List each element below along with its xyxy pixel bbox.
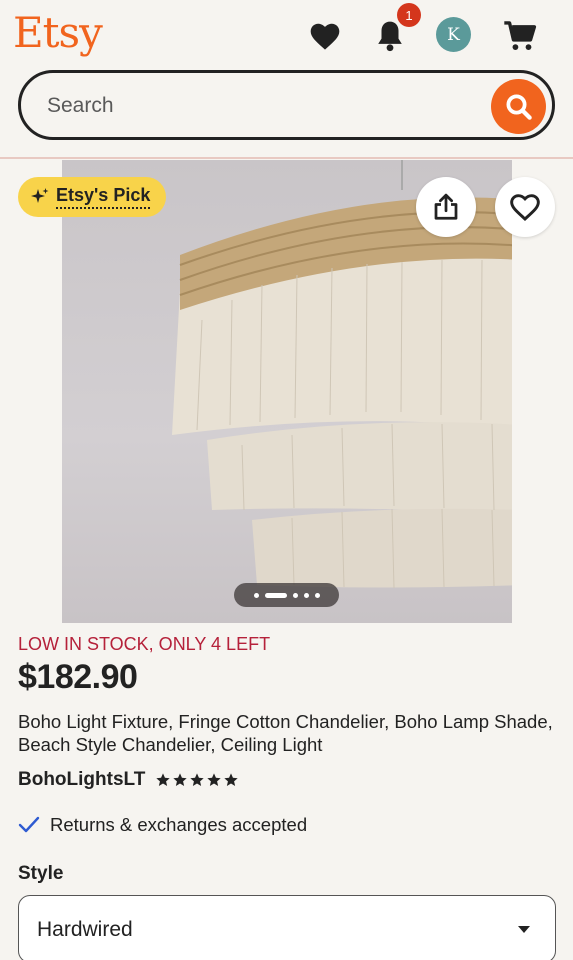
shop-info-row: BohoLightsLT bbox=[18, 769, 239, 791]
rating-stars[interactable] bbox=[155, 772, 239, 788]
heart-outline-icon bbox=[510, 194, 540, 222]
user-avatar[interactable]: K bbox=[436, 17, 471, 52]
notification-count-badge: 1 bbox=[397, 3, 421, 27]
carousel-dot[interactable] bbox=[303, 592, 309, 598]
carousel-dot[interactable] bbox=[292, 592, 298, 598]
header-divider bbox=[0, 157, 573, 159]
sparkle-icon bbox=[31, 188, 49, 203]
star-icon bbox=[224, 773, 239, 786]
returns-policy: Returns & exchanges accepted bbox=[18, 814, 307, 836]
search-bar bbox=[18, 70, 555, 140]
shopping-cart-icon[interactable] bbox=[500, 16, 540, 56]
favorite-button[interactable] bbox=[495, 177, 555, 237]
style-select-value: Hardwired bbox=[37, 918, 133, 941]
dropdown-caret-icon bbox=[518, 926, 530, 933]
style-select[interactable]: Hardwired bbox=[18, 895, 556, 960]
star-icon bbox=[156, 773, 171, 786]
product-title: Boho Light Fixture, Fringe Cotton Chande… bbox=[18, 711, 553, 755]
star-icon bbox=[207, 773, 222, 786]
returns-text: Returns & exchanges accepted bbox=[50, 814, 308, 835]
style-option-label: Style bbox=[18, 863, 64, 884]
low-stock-notice: LOW IN STOCK, ONLY 4 LEFT bbox=[18, 634, 271, 654]
carousel-dot[interactable] bbox=[253, 592, 259, 598]
star-icon bbox=[190, 773, 205, 786]
search-input[interactable] bbox=[47, 90, 467, 122]
search-icon bbox=[506, 94, 532, 120]
etsys-pick-badge[interactable]: Etsy's Pick bbox=[18, 177, 167, 217]
shop-name-link[interactable]: BohoLightsLT bbox=[18, 769, 145, 791]
share-button[interactable] bbox=[416, 177, 476, 237]
carousel-dot[interactable] bbox=[264, 592, 287, 598]
carousel-dot[interactable] bbox=[314, 592, 320, 598]
badge-label: Etsy's Pick bbox=[56, 185, 151, 209]
star-icon bbox=[173, 773, 188, 786]
product-price: $182.90 bbox=[18, 658, 138, 696]
top-header: Etsy 1 K bbox=[0, 0, 573, 160]
favorites-heart-icon[interactable] bbox=[305, 16, 345, 56]
search-button[interactable] bbox=[491, 79, 546, 134]
image-carousel-indicator[interactable] bbox=[234, 583, 339, 607]
checkmark-icon bbox=[18, 816, 40, 833]
share-icon bbox=[434, 193, 458, 220]
etsy-logo[interactable]: Etsy bbox=[13, 8, 103, 57]
